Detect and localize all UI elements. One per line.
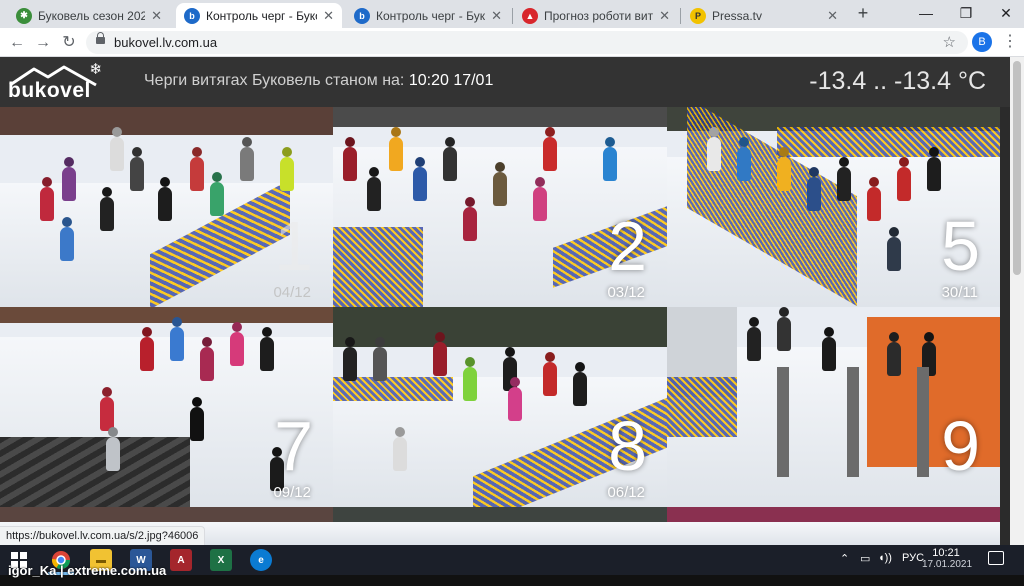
restore-window-icon[interactable]: ❐ (946, 2, 986, 24)
browser-menu-icon[interactable]: ⋮ (1002, 32, 1018, 54)
scrollbar-thumb[interactable] (1013, 61, 1021, 275)
lift-camera-8[interactable]: 8 06/12 (333, 307, 667, 507)
watermark-text: igor_Ka | extreme.com.ua (8, 563, 167, 578)
close-tab-icon[interactable]: ✕ (151, 8, 162, 24)
clock-date: 17.01.2021 (922, 559, 973, 570)
bukovel-b-favicon-icon: b (354, 7, 370, 24)
close-tab-icon[interactable]: ✕ (827, 8, 838, 24)
back-arrow-icon[interactable]: ← (6, 32, 28, 54)
lift-forecast-favicon-icon: ▲ (522, 7, 538, 24)
camera-date: 03/12 (607, 284, 645, 301)
tab-separator (512, 8, 513, 24)
camera-number: 5 (941, 207, 980, 285)
link-status-bubble: https://bukovel.lv.com.ua/s/2.jpg?46006 (0, 526, 206, 545)
pressa-favicon-icon: P (690, 7, 706, 24)
tab-lift-forecast[interactable]: ▲ Прогноз роботи витягів і п ✕ (514, 3, 678, 28)
tab-title: Буковель сезон 2021 - Стр (38, 8, 146, 23)
snowflake-icon: ❄ (89, 61, 102, 78)
minimize-icon[interactable]: — (906, 2, 946, 24)
lift-camera-row3-b[interactable] (333, 507, 667, 545)
close-tab-icon[interactable]: ✕ (659, 8, 670, 24)
lift-camera-2[interactable]: 2 03/12 (333, 107, 667, 307)
notification-center-icon[interactable] (988, 551, 1004, 565)
tab-title: Контроль черг - Буковель (206, 8, 317, 23)
update-time: 10:20 17/01 (408, 72, 494, 89)
browser-toolbar: ← → ↻ bukovel.lv.com.ua ☆ B ⋮ (0, 28, 1024, 57)
turnstile (917, 367, 929, 477)
close-tab-icon[interactable]: ✕ (491, 8, 502, 24)
camera-image (0, 507, 333, 523)
show-hidden-icons-chevron-icon[interactable]: ⌃ (840, 552, 849, 565)
camera-image (0, 107, 333, 135)
profile-avatar[interactable]: B (972, 32, 992, 52)
lift-camera-9[interactable]: 9 (667, 307, 1000, 507)
orange-fence (867, 317, 1000, 467)
tab-queue-control[interactable]: b Контроль черг - Буковель ✕ (346, 3, 510, 28)
access-icon[interactable]: A (170, 549, 192, 571)
turnstile (777, 367, 789, 477)
bukovel-favicon-icon: ✱ (16, 7, 32, 24)
camera-image (333, 522, 667, 545)
bukovel-logo[interactable]: ❄ bukovel (8, 61, 104, 103)
camera-image (333, 507, 667, 523)
camera-number: 7 (274, 407, 313, 485)
tab-pressa[interactable]: P Pressa.tv ✕ (682, 3, 846, 28)
bookmark-star-icon[interactable]: ☆ (943, 33, 956, 51)
page-title-label: Черги витягах Буковель станом на: (144, 72, 405, 89)
clock-time: 10:21 (932, 547, 960, 559)
camera-number: 9 (941, 407, 980, 485)
edge-icon[interactable]: e (250, 549, 272, 571)
volume-icon[interactable]: ◖)) (878, 552, 892, 564)
reload-icon[interactable]: ↻ (58, 32, 80, 54)
tab-queue-control-active[interactable]: b Контроль черг - Буковель ✕ (176, 3, 342, 28)
lift-camera-row3-c[interactable] (667, 507, 1000, 545)
excel-icon[interactable]: X (210, 549, 232, 571)
bukovel-b-favicon-icon: b (184, 7, 200, 24)
camera-date: 09/12 (273, 484, 311, 501)
camera-image (333, 107, 667, 127)
tab-title: Контроль черг - Буковель (376, 8, 486, 23)
new-tab-plus-icon[interactable]: + (852, 4, 874, 24)
camera-date: 04/12 (273, 284, 311, 301)
safety-net (667, 377, 737, 437)
page-content: ❄ bukovel Черги витягах Буковель станом … (0, 57, 1010, 545)
camera-image (667, 507, 1000, 523)
close-window-icon[interactable]: ✕ (986, 2, 1024, 24)
address-url[interactable]: bukovel.lv.com.ua (114, 35, 217, 50)
lock-icon (96, 32, 105, 44)
logo-text: bukovel (8, 79, 91, 102)
tab-bukovel-season[interactable]: ✱ Буковель сезон 2021 - Стр ✕ (8, 3, 170, 28)
camera-date: 30/11 (941, 284, 978, 301)
safety-net (777, 127, 1000, 157)
close-tab-icon[interactable]: ✕ (323, 8, 334, 24)
site-header: ❄ bukovel Черги витягах Буковель станом … (0, 57, 1010, 107)
tab-strip: ✱ Буковель сезон 2021 - Стр ✕ b Контроль… (0, 0, 1024, 28)
lift-camera-7[interactable]: 7 09/12 (0, 307, 333, 507)
camera-number: 1 (274, 207, 313, 285)
address-bar[interactable]: bukovel.lv.com.ua ☆ (86, 31, 968, 54)
camera-number: 8 (608, 407, 647, 485)
lift-camera-5[interactable]: 5 30/11 (667, 107, 1000, 307)
turnstile (847, 367, 859, 477)
camera-image (667, 522, 1000, 545)
system-clock[interactable]: 10:21 17.01.2021 (922, 547, 973, 570)
forward-arrow-icon[interactable]: → (32, 32, 54, 54)
temperature-readout: -13.4 .. -13.4 °C (809, 67, 986, 95)
tab-title: Pressa.tv (712, 8, 763, 23)
lift-conveyor (0, 437, 190, 507)
safety-net (333, 227, 423, 307)
tab-separator (680, 8, 681, 24)
page-title: Черги витягах Буковель станом на: 10:20 … (144, 72, 493, 90)
camera-date: 06/12 (607, 484, 645, 501)
tab-title: Прогноз роботи витягів і п (544, 8, 654, 23)
camera-number: 2 (608, 207, 647, 285)
input-language[interactable]: РУС (902, 552, 924, 564)
lift-camera-1[interactable]: 1 04/12 (0, 107, 333, 307)
page-scrollbar[interactable] (1010, 57, 1024, 545)
camera-image (0, 307, 333, 323)
network-icon[interactable]: ▭ (860, 552, 870, 565)
